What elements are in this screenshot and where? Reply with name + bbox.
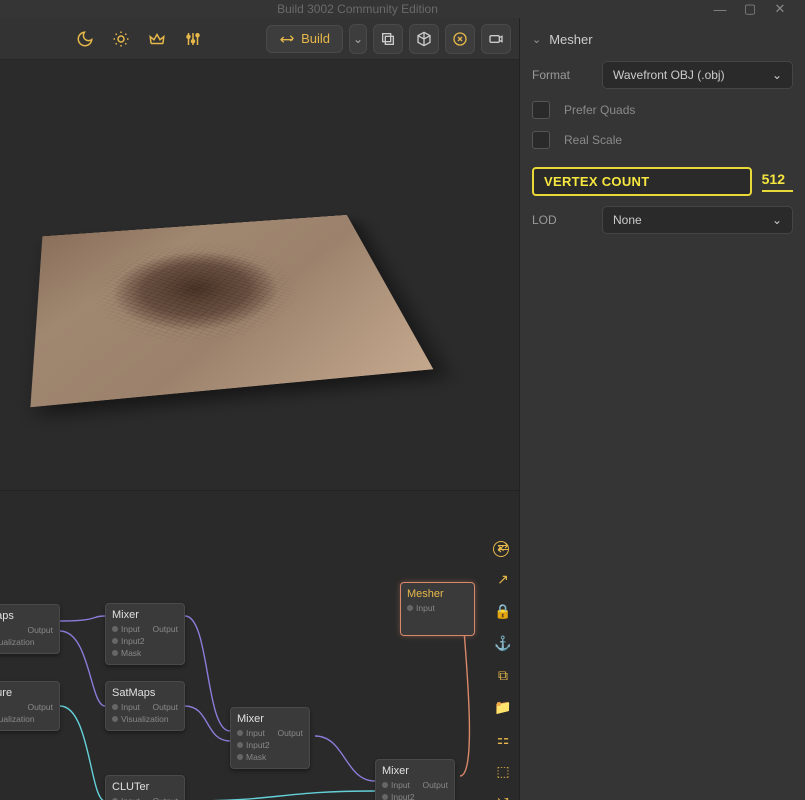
sliders-icon[interactable] [178, 24, 208, 54]
node-mixer-1[interactable]: Mixer InputOutput Input2 Mask [105, 603, 185, 665]
shuffle-icon[interactable]: ⤭ [493, 795, 513, 800]
panel-collapse-icon[interactable]: ⌄ [532, 33, 541, 46]
window-title: Build 3002 Community Edition [10, 2, 705, 16]
vertex-count-input[interactable]: VERTEX COUNT [532, 167, 752, 196]
node-ature[interactable]: ature Output Visualization [0, 681, 60, 731]
panel-title: Mesher [549, 32, 592, 47]
sun-icon[interactable] [106, 24, 136, 54]
properties-panel: ⌄ Mesher Format Wavefront OBJ (.obj) ⌄ P… [520, 18, 805, 800]
real-scale-checkbox[interactable] [532, 131, 550, 149]
lod-label: LOD [532, 213, 592, 227]
node-mixer-3[interactable]: Mixer InputOutput Input2 Mask [375, 759, 455, 800]
real-scale-label: Real Scale [564, 133, 622, 147]
vertex-count-value: 512 [762, 171, 793, 192]
build-label: Build [301, 31, 330, 46]
folder-icon[interactable]: 📁 [493, 699, 513, 719]
build-button[interactable]: Build [266, 25, 343, 53]
prefer-quads-label: Prefer Quads [564, 103, 635, 117]
lod-select[interactable]: None ⌄ [602, 206, 793, 234]
format-select[interactable]: Wavefront OBJ (.obj) ⌄ [602, 61, 793, 89]
node-mesher[interactable]: Mesher Input [400, 582, 475, 636]
package-icon[interactable]: ⬚ [493, 763, 513, 783]
hierarchy-icon[interactable]: ⚏ [493, 731, 513, 751]
node-cluter[interactable]: CLUTer InputOutput Visualization [105, 775, 185, 800]
camera-icon[interactable] [481, 24, 511, 54]
close-circle-icon[interactable] [445, 24, 475, 54]
crown-icon[interactable] [142, 24, 172, 54]
anchor-icon[interactable]: ⚓ [493, 635, 513, 655]
minimize-button[interactable]: — [705, 2, 735, 17]
moon-icon[interactable] [70, 24, 100, 54]
layers-icon[interactable]: ⧉ [493, 667, 513, 687]
copy-icon[interactable] [373, 24, 403, 54]
3d-viewport[interactable] [0, 60, 519, 490]
format-label: Format [532, 68, 592, 82]
terrain-preview [30, 215, 433, 407]
swap-icon[interactable]: ⇄ [493, 539, 513, 559]
share-icon[interactable]: ↗ [493, 571, 513, 591]
node-maps[interactable]: Maps Output Visualization [0, 604, 60, 654]
chevron-down-icon: ⌄ [772, 68, 782, 82]
build-dropdown[interactable]: ⌄ [349, 24, 367, 54]
lock-icon[interactable]: 🔒 [493, 603, 513, 623]
maximize-button[interactable]: ▢ [735, 1, 765, 17]
cube-icon[interactable] [409, 24, 439, 54]
node-satmaps[interactable]: SatMaps InputOutput Visualization [105, 681, 185, 731]
chevron-down-icon: ⌄ [772, 213, 782, 227]
viewport-toolbar: Build ⌄ [0, 18, 519, 60]
prefer-quads-checkbox[interactable] [532, 101, 550, 119]
close-button[interactable]: ✕ [765, 1, 795, 17]
node-mixer-2[interactable]: Mixer InputOutput Input2 Mask [230, 707, 310, 769]
node-graph[interactable]: Maps Output Visualization Mixer InputOut… [0, 490, 519, 800]
